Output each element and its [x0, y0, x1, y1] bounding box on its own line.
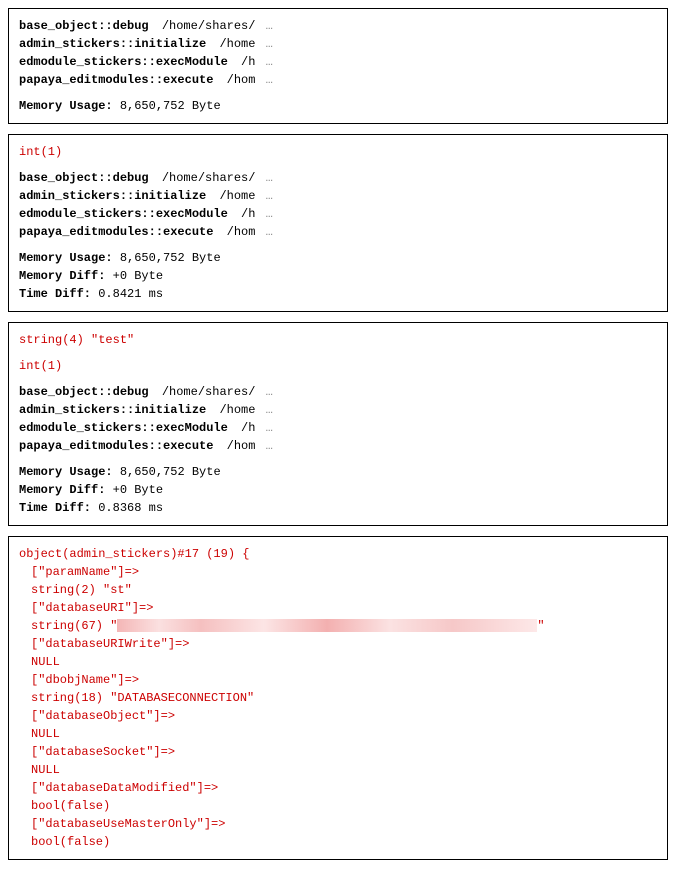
obj-line: NULL [19, 761, 657, 779]
debug-box-3: string(4) "test" int(1) base_object::deb… [8, 322, 668, 526]
trace-path: /hom [227, 225, 256, 239]
trace-line: edmodule_stickers::execModule /h … [19, 53, 657, 71]
trace-line: base_object::debug /home/shares/ … [19, 169, 657, 187]
trace-line: papaya_editmodules::execute /hom … [19, 437, 657, 455]
obj-line: NULL [19, 725, 657, 743]
trace-path: /hom [227, 73, 256, 87]
trace-func: papaya_editmodules::execute [19, 73, 213, 87]
time-diff: Time Diff: 0.8368 ms [19, 499, 657, 517]
trace-func: edmodule_stickers::execModule [19, 207, 228, 221]
trace-path: /home [219, 37, 255, 51]
ellipsis-icon: … [266, 73, 273, 87]
ellipsis-icon: … [266, 55, 273, 69]
ellipsis-icon: … [266, 385, 273, 399]
ellipsis-icon: … [266, 171, 273, 185]
trace-func: base_object::debug [19, 171, 149, 185]
trace-func: edmodule_stickers::execModule [19, 421, 228, 435]
trace-line: papaya_editmodules::execute /hom … [19, 71, 657, 89]
trace-path: /h [241, 421, 255, 435]
ellipsis-icon: … [266, 225, 273, 239]
memory-usage-value: 8,650,752 Byte [120, 465, 221, 479]
time-diff: Time Diff: 0.8421 ms [19, 285, 657, 303]
ellipsis-icon: … [266, 189, 273, 203]
obj-line: string(18) "DATABASECONNECTION" [19, 689, 657, 707]
redacted-value [117, 619, 537, 632]
ellipsis-icon: … [266, 37, 273, 51]
trace-path: /home [219, 403, 255, 417]
memory-diff-label: Memory Diff: [19, 269, 105, 283]
memory-diff-value: +0 Byte [113, 483, 163, 497]
trace-path: /home [219, 189, 255, 203]
trace-path: /hom [227, 439, 256, 453]
var-dump: int(1) [19, 357, 657, 375]
trace-func: base_object::debug [19, 19, 149, 33]
obj-line: ["databaseURI"]=> [19, 599, 657, 617]
obj-line: string(2) "st" [19, 581, 657, 599]
trace-line: admin_stickers::initialize /home … [19, 187, 657, 205]
memory-diff-label: Memory Diff: [19, 483, 105, 497]
ellipsis-icon: … [266, 207, 273, 221]
ellipsis-icon: … [266, 19, 273, 33]
trace-func: edmodule_stickers::execModule [19, 55, 228, 69]
var-dump: string(4) "test" [19, 331, 657, 349]
obj-line-prefix: string(67) " [31, 619, 117, 633]
trace-path: /home/shares/ [162, 19, 256, 33]
obj-line: ["dbobjName"]=> [19, 671, 657, 689]
memory-diff: Memory Diff: +0 Byte [19, 481, 657, 499]
time-diff-value: 0.8368 ms [98, 501, 163, 515]
object-dump: object(admin_stickers)#17 (19) { ["param… [19, 545, 657, 851]
ellipsis-icon: … [266, 421, 273, 435]
obj-header: object(admin_stickers)#17 (19) { [19, 545, 657, 563]
trace-line: edmodule_stickers::execModule /h … [19, 419, 657, 437]
obj-line: ["paramName"]=> [19, 563, 657, 581]
time-diff-label: Time Diff: [19, 287, 91, 301]
trace-func: admin_stickers::initialize [19, 189, 206, 203]
trace-line: base_object::debug /home/shares/ … [19, 383, 657, 401]
ellipsis-icon: … [266, 403, 273, 417]
trace-line: admin_stickers::initialize /home … [19, 401, 657, 419]
ellipsis-icon: … [266, 439, 273, 453]
memory-diff: Memory Diff: +0 Byte [19, 267, 657, 285]
debug-box-1: base_object::debug /home/shares/ … admin… [8, 8, 668, 124]
memory-diff-value: +0 Byte [113, 269, 163, 283]
time-diff-value: 0.8421 ms [98, 287, 163, 301]
memory-usage-label: Memory Usage: [19, 465, 113, 479]
trace-path: /home/shares/ [162, 171, 256, 185]
trace-func: admin_stickers::initialize [19, 403, 206, 417]
memory-usage-value: 8,650,752 Byte [120, 99, 221, 113]
obj-line: bool(false) [19, 797, 657, 815]
obj-line: string(67) " " [19, 617, 657, 635]
obj-line: NULL [19, 653, 657, 671]
obj-line-suffix: " [537, 619, 544, 633]
obj-line: ["databaseObject"]=> [19, 707, 657, 725]
var-dump: int(1) [19, 143, 657, 161]
trace-line: edmodule_stickers::execModule /h … [19, 205, 657, 223]
time-diff-label: Time Diff: [19, 501, 91, 515]
trace-line: admin_stickers::initialize /home … [19, 35, 657, 53]
memory-usage-label: Memory Usage: [19, 251, 113, 265]
obj-line: ["databaseSocket"]=> [19, 743, 657, 761]
trace-func: papaya_editmodules::execute [19, 225, 213, 239]
debug-box-2: int(1) base_object::debug /home/shares/ … [8, 134, 668, 312]
debug-box-4: object(admin_stickers)#17 (19) { ["param… [8, 536, 668, 860]
trace-func: base_object::debug [19, 385, 149, 399]
trace-path: /home/shares/ [162, 385, 256, 399]
trace-path: /h [241, 207, 255, 221]
memory-usage-label: Memory Usage: [19, 99, 113, 113]
obj-line: ["databaseURIWrite"]=> [19, 635, 657, 653]
obj-line: ["databaseDataModified"]=> [19, 779, 657, 797]
memory-usage-value: 8,650,752 Byte [120, 251, 221, 265]
obj-line: bool(false) [19, 833, 657, 851]
trace-line: base_object::debug /home/shares/ … [19, 17, 657, 35]
trace-func: admin_stickers::initialize [19, 37, 206, 51]
trace-line: papaya_editmodules::execute /hom … [19, 223, 657, 241]
memory-usage: Memory Usage: 8,650,752 Byte [19, 249, 657, 267]
memory-usage: Memory Usage: 8,650,752 Byte [19, 97, 657, 115]
trace-func: papaya_editmodules::execute [19, 439, 213, 453]
obj-line: ["databaseUseMasterOnly"]=> [19, 815, 657, 833]
memory-usage: Memory Usage: 8,650,752 Byte [19, 463, 657, 481]
trace-path: /h [241, 55, 255, 69]
